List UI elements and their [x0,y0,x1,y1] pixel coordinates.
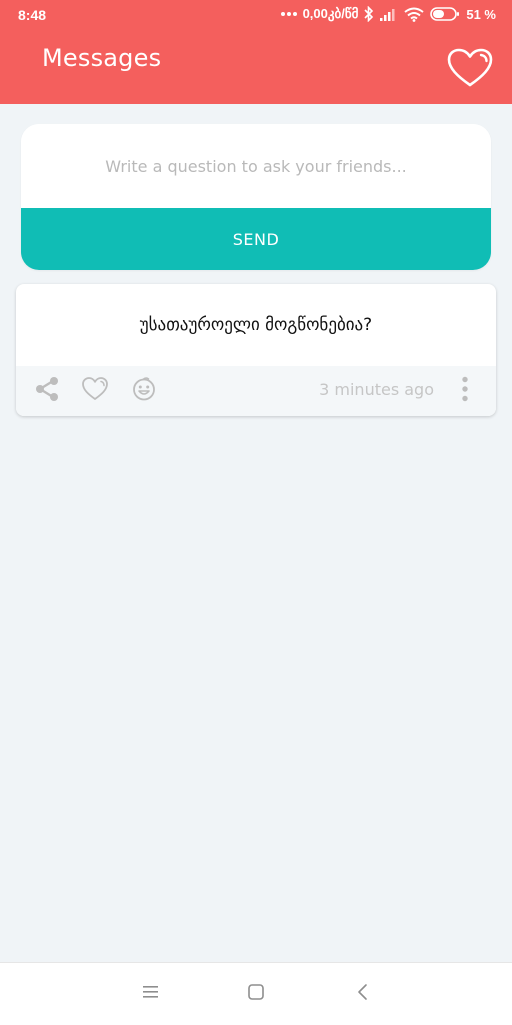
network-speed: 0,00კბ/წმ [302,6,359,21]
wifi-icon [404,7,424,22]
message-text[interactable]: უსათაუროელი მოგწონებია? [16,284,496,366]
battery-icon [430,7,460,21]
like-button[interactable] [78,374,112,408]
signal-icon [380,7,398,21]
more-vertical-icon [461,376,469,406]
nav-back-button[interactable] [348,979,378,1009]
status-bar: 8:48 0,00კბ/წმ 51 % [0,0,512,32]
question-composer: SEND [21,124,491,270]
message-actions: 3 minutes ago [16,366,496,416]
emoji-icon [131,376,157,406]
message-card: უსათაუროელი მოგწონებია? 3 minutes ago [16,284,496,416]
message-timestamp: 3 minutes ago [319,380,434,399]
send-button[interactable]: SEND [21,208,491,270]
nav-home-button[interactable] [241,979,271,1009]
status-indicators: 0,00კბ/წმ 51 % [280,6,496,22]
question-input[interactable] [21,124,491,208]
heart-outline-icon [447,48,493,92]
bluetooth-icon [364,6,374,22]
share-icon [34,376,60,406]
share-button[interactable] [30,374,64,408]
more-status-dots-icon [280,11,297,17]
status-time: 8:48 [18,7,47,23]
nav-menu-button[interactable] [136,979,166,1009]
page-title: Messages [42,44,162,72]
react-button[interactable] [127,374,161,408]
back-chevron-icon [356,983,370,1005]
heart-icon [81,376,109,406]
home-square-icon [247,983,265,1005]
app-header: 8:48 0,00კბ/წმ 51 % Messages [0,0,512,104]
battery-level: 51 % [466,6,496,22]
more-options-button[interactable] [448,374,482,408]
system-navigation-bar [0,962,512,1025]
favorites-button[interactable] [446,48,494,92]
menu-icon [142,984,160,1004]
